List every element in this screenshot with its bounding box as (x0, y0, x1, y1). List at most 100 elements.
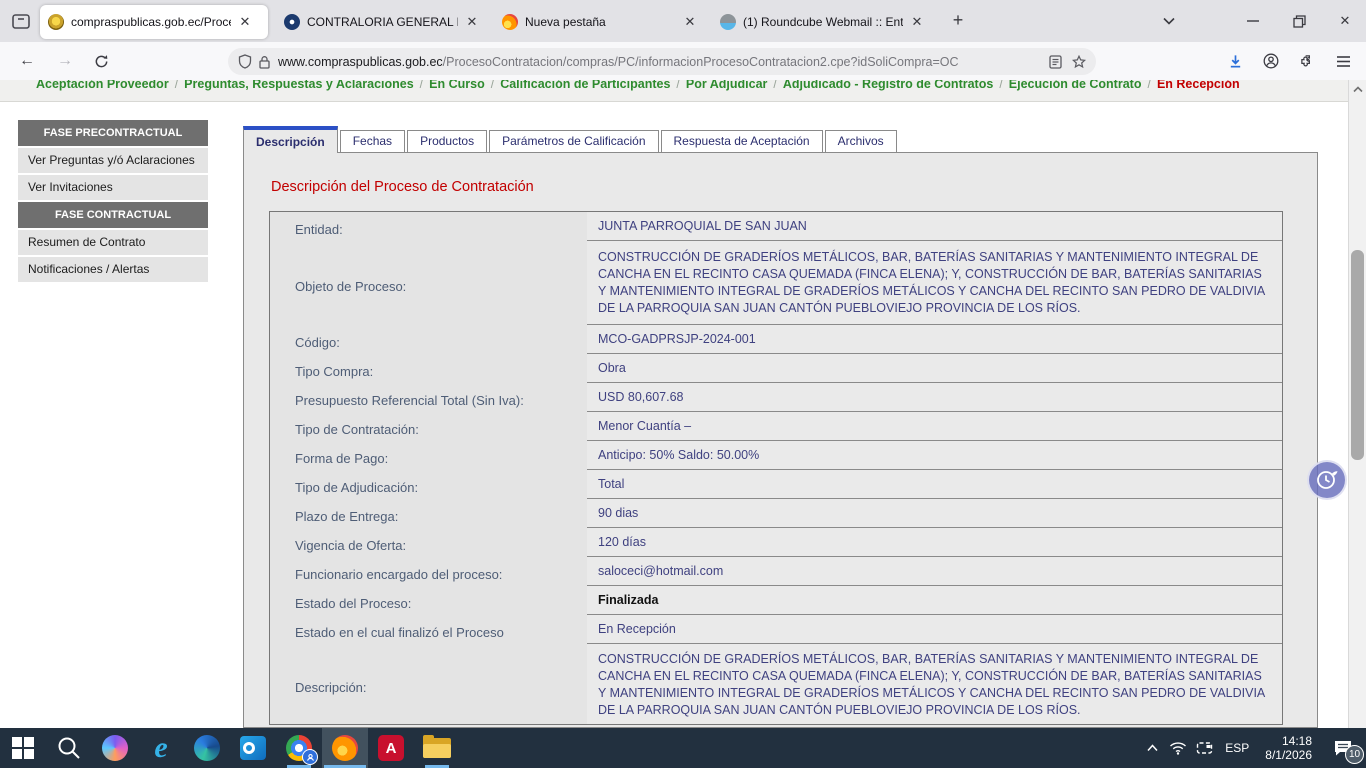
row-label: Forma de Pago: (270, 441, 587, 470)
downloads-icon[interactable] (1222, 49, 1248, 73)
row-value: JUNTA PARROQUIAL DE SAN JUAN (587, 212, 1282, 241)
notification-center-icon[interactable]: 10 (1320, 728, 1366, 768)
acrobat-icon[interactable]: A (368, 728, 414, 768)
ecuador-emblem-icon (48, 14, 64, 30)
forward-icon[interactable]: → (52, 49, 78, 73)
tracking-shield-icon[interactable] (238, 54, 252, 69)
row-label: Entidad: (270, 212, 587, 241)
row-value: MCO-GADPRSJP-2024-001 (587, 325, 1282, 354)
browser-nav-bar: ← → www.compraspublicas.gob.ec/ProcesoCo… (0, 42, 1366, 81)
tab-productos[interactable]: Productos (407, 130, 487, 152)
close-tab-icon[interactable]: ✕ (464, 14, 480, 30)
firefox-taskbar-icon[interactable] (322, 728, 368, 768)
row-label: Código: (270, 325, 587, 354)
row-label: Vigencia de Oferta: (270, 528, 587, 557)
extensions-icon[interactable] (1294, 49, 1320, 73)
tab-title: CONTRALORIA GENERAL DEL ES (307, 15, 458, 29)
minimize-window-icon[interactable] (1238, 8, 1268, 34)
scrollbar-thumb[interactable] (1351, 250, 1364, 460)
sidebar-item[interactable]: Ver Preguntas y/ó Aclaraciones (18, 148, 208, 173)
close-tab-icon[interactable]: ✕ (909, 14, 925, 30)
list-all-tabs-icon[interactable] (1154, 8, 1184, 34)
file-explorer-icon[interactable] (414, 728, 460, 768)
row-label: Estado en el cual finalizó el Proceso (270, 615, 587, 644)
browser-tab-new[interactable]: Nueva pestaña ✕ (494, 5, 706, 39)
lock-icon[interactable] (259, 55, 270, 69)
breadcrumb-separator: / (169, 80, 184, 91)
table-row: Tipo de Adjudicación:Total (270, 470, 1282, 499)
close-tab-icon[interactable]: ✕ (682, 14, 698, 30)
breadcrumb-item[interactable]: En Curso (429, 80, 485, 91)
table-row: Plazo de Entrega:90 dias (270, 499, 1282, 528)
sidebar-item[interactable]: Resumen de Contrato (18, 230, 208, 255)
bookmark-star-icon[interactable] (1072, 55, 1086, 69)
row-label: Tipo Compra: (270, 354, 587, 383)
floating-timer-widget[interactable] (1307, 460, 1347, 500)
browser-tab-roundcube[interactable]: (1) Roundcube Webmail :: Entra ✕ (712, 5, 934, 39)
language-indicator[interactable]: ESP (1217, 741, 1257, 755)
back-icon[interactable]: ← (14, 49, 40, 73)
wifi-icon[interactable] (1165, 728, 1191, 768)
new-tab-button[interactable]: + (946, 10, 970, 31)
reload-icon[interactable] (88, 49, 114, 73)
row-label: Estado del Proceso: (270, 586, 587, 615)
row-value: CONSTRUCCIÓN DE GRADERÍOS METÁLICOS, BAR… (587, 644, 1282, 724)
account-icon[interactable] (1258, 49, 1284, 73)
restore-window-icon[interactable] (1284, 8, 1314, 34)
chrome-icon[interactable] (276, 728, 322, 768)
tray-chevron-up-icon[interactable] (1139, 728, 1165, 768)
browser-tab-contraloria[interactable]: CONTRALORIA GENERAL DEL ES ✕ (276, 5, 488, 39)
row-value: CONSTRUCCIÓN DE GRADERÍOS METÁLICOS, BAR… (587, 241, 1282, 325)
close-tab-icon[interactable]: ✕ (237, 14, 253, 30)
screen: compraspublicas.gob.ec/Proces ✕ CONTRALO… (0, 0, 1366, 768)
breadcrumb-item[interactable]: Calificación de Participantes (500, 80, 670, 91)
breadcrumb-separator: / (1141, 80, 1156, 91)
search-icon[interactable] (46, 728, 92, 768)
tab-panel: Descripción del Proceso de Contratación … (243, 152, 1318, 728)
tray-display-icon[interactable] (1191, 728, 1217, 768)
breadcrumb-item[interactable]: Adjudicado - Registro de Contratos (783, 80, 993, 91)
breadcrumb-separator: / (485, 80, 500, 91)
sidebar-item[interactable]: Ver Invitaciones (18, 175, 208, 200)
date: 8/1/2026 (1265, 748, 1312, 762)
sidebar-item[interactable]: Notificaciones / Alertas (18, 257, 208, 282)
breadcrumb-item[interactable]: En Recepción (1157, 80, 1240, 91)
browser-tab-compraspublicas[interactable]: compraspublicas.gob.ec/Proces ✕ (40, 5, 268, 39)
clock[interactable]: 14:18 8/1/2026 (1257, 734, 1320, 762)
tab-title: (1) Roundcube Webmail :: Entra (743, 15, 903, 29)
internet-explorer-icon[interactable]: e (138, 728, 184, 768)
outlook-icon[interactable] (230, 728, 276, 768)
tab-fechas[interactable]: Fechas (340, 130, 405, 152)
vertical-scrollbar[interactable] (1348, 80, 1366, 728)
tab-descripci-n[interactable]: Descripción (243, 126, 338, 153)
tab-respuesta-de-aceptaci-n[interactable]: Respuesta de Aceptación (661, 130, 823, 152)
sidebar: FASE PRECONTRACTUALVer Preguntas y/ó Acl… (18, 120, 208, 284)
edge-icon[interactable] (184, 728, 230, 768)
breadcrumb-band: Aceptación Proveedor/Preguntas, Respuest… (0, 80, 1348, 102)
breadcrumb-item[interactable]: Por Adjudicar (686, 80, 768, 91)
clock-icon (1315, 468, 1339, 492)
breadcrumb-separator: / (414, 80, 429, 91)
breadcrumb-item[interactable]: Ejecución de Contrato (1009, 80, 1142, 91)
breadcrumb-separator: / (993, 80, 1008, 91)
table-row: Objeto de Proceso:CONSTRUCCIÓN DE GRADER… (270, 241, 1282, 325)
copilot-icon[interactable] (92, 728, 138, 768)
close-window-icon[interactable]: ✕ (1330, 8, 1360, 34)
menu-hamburger-icon[interactable] (1330, 49, 1356, 73)
firefox-view-icon[interactable] (10, 11, 32, 31)
table-row: Estado en el cual finalizó el ProcesoEn … (270, 615, 1282, 644)
process-tabs: DescripciónFechasProductosParámetros de … (243, 127, 899, 152)
time: 14:18 (1265, 734, 1312, 748)
tab-par-metros-de-calificaci-n[interactable]: Parámetros de Calificación (489, 130, 658, 152)
tab-archivos[interactable]: Archivos (825, 130, 897, 152)
breadcrumb-item[interactable]: Preguntas, Respuestas y Aclaraciones (184, 80, 414, 91)
row-value: 120 días (587, 528, 1282, 557)
scroll-up-arrow-icon[interactable] (1349, 84, 1366, 96)
table-row: Descripción:CONSTRUCCIÓN DE GRADERÍOS ME… (270, 644, 1282, 724)
reader-mode-icon[interactable] (1049, 55, 1062, 69)
sidebar-section-header: FASE CONTRACTUAL (18, 202, 208, 228)
breadcrumb-item[interactable]: Aceptación Proveedor (36, 80, 169, 91)
url-bar[interactable]: www.compraspublicas.gob.ec/ProcesoContra… (228, 48, 1096, 75)
start-button[interactable] (0, 728, 46, 768)
row-label: Funcionario encargado del proceso: (270, 557, 587, 586)
